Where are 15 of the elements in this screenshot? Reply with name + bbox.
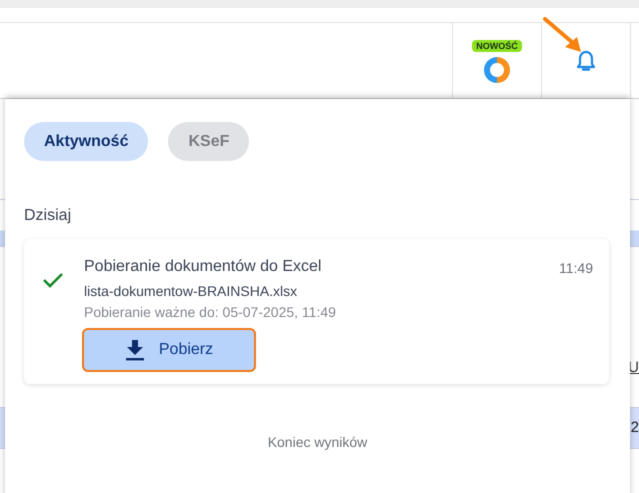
download-button[interactable]: Pobierz — [82, 328, 256, 372]
file-name: lista-dokumentow-BRAINSHA.xlsx — [84, 283, 298, 299]
checkmark-icon — [42, 271, 64, 289]
chart-button[interactable]: NOWOŚĆ — [472, 40, 522, 85]
expiry-text: Pobieranie ważne do: 05-07-2025, 11:49 — [84, 304, 337, 320]
table-cell: 2 — [630, 419, 639, 436]
ring-icon — [482, 55, 512, 85]
bell-icon[interactable] — [575, 48, 597, 72]
end-of-results: Koniec wyników — [266, 434, 368, 450]
notification-time: 11:49 — [559, 259, 593, 276]
section-heading: Dzisiaj — [24, 207, 72, 225]
filter-tab[interactable]: Aktywność — [24, 122, 148, 161]
new-badge: NOWOŚĆ — [472, 40, 522, 52]
download-icon — [124, 339, 145, 361]
notification-title: Pobieranie dokumentów do Excel — [84, 258, 322, 276]
